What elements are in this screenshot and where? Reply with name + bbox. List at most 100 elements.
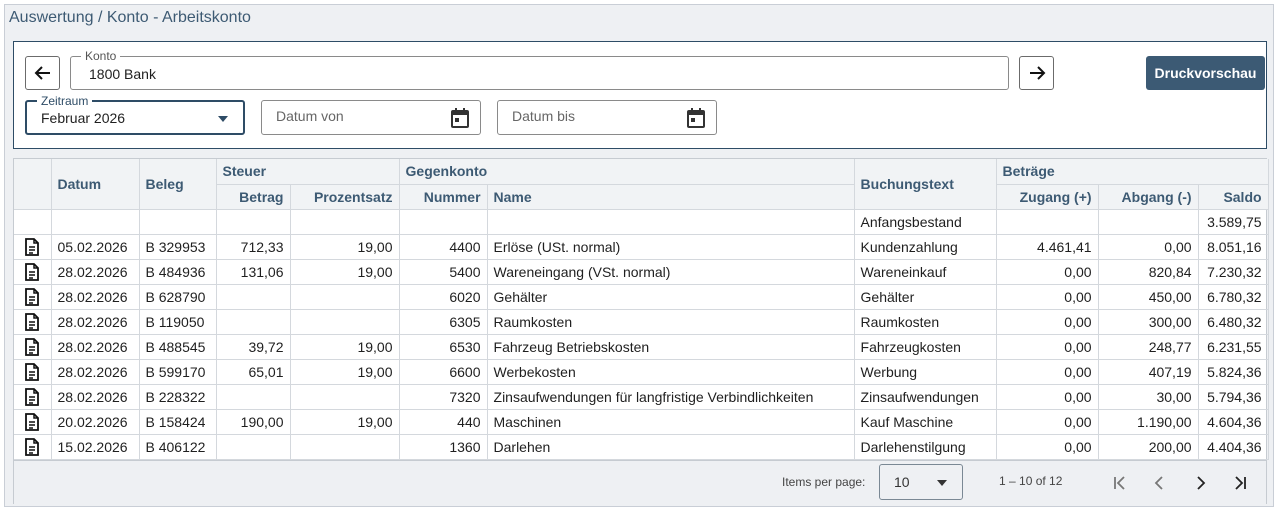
table-row[interactable]: 20.02.2026 B 158424 190,00 19,00 440 Maschine… — [14, 409, 1269, 435]
cell-abgang: 407,19 — [1098, 359, 1199, 385]
document-icon-cell[interactable] — [14, 434, 52, 460]
cell-name: Wareneingang (VSt. normal) — [487, 259, 855, 285]
cell-zugang: 4.461,41 — [996, 234, 1099, 260]
cell-abgang: 30,00 — [1098, 384, 1199, 410]
document-icon[interactable] — [24, 412, 40, 431]
cell-buchungstext: Raumkosten — [854, 309, 997, 335]
document-icon[interactable] — [24, 312, 40, 331]
header-name[interactable]: Name — [487, 184, 855, 210]
header-beleg[interactable]: Beleg — [139, 159, 217, 210]
cell-datum: 20.02.2026 — [51, 409, 140, 435]
header-buchungstext[interactable]: Buchungstext — [854, 159, 997, 210]
datum-von-field[interactable]: Datum von — [261, 100, 481, 135]
cell-datum: 05.02.2026 — [51, 234, 140, 260]
table-row[interactable]: 28.02.2026 B 228322 7320 Zinsaufwendungen f… — [14, 384, 1269, 410]
cell-betrag: 65,01 — [216, 359, 291, 385]
window-title: Auswertung / Konto - Arbeitskonto — [9, 9, 251, 26]
cell-nummer: 440 — [399, 409, 488, 435]
cell-name: Zinsaufwendungen für langfristige Verbin… — [487, 384, 855, 410]
cell-saldo: 4.604,36 — [1198, 409, 1269, 435]
cell-beleg: B 484936 — [139, 259, 217, 285]
header-prozentsatz[interactable]: Prozentsatz — [290, 184, 400, 210]
chevron-right-icon — [1197, 476, 1206, 490]
header-saldo[interactable]: Saldo — [1198, 184, 1269, 210]
cell-name: Darlehen — [487, 434, 855, 460]
cell-beleg: B 406122 — [139, 434, 217, 460]
cell-beleg: B 599170 — [139, 359, 217, 385]
header-abgang[interactable]: Abgang (-) — [1098, 184, 1199, 210]
previous-account-button[interactable] — [25, 56, 60, 90]
first-page-button[interactable] — [1108, 471, 1132, 495]
cell-zugang: 0,00 — [996, 359, 1099, 385]
next-account-button[interactable] — [1019, 56, 1054, 90]
zeitraum-value: Februar 2026 — [41, 110, 126, 126]
cell-name: Maschinen — [487, 409, 855, 435]
bookings-table-container: Datum Beleg Steuer Gegenkonto Buchungste… — [13, 158, 1269, 504]
header-datum[interactable]: Datum — [51, 159, 140, 210]
cell-zugang: 0,00 — [996, 334, 1099, 360]
document-icon-cell[interactable] — [14, 284, 52, 310]
print-preview-button[interactable]: Druckvorschau — [1146, 56, 1265, 90]
calendar-icon[interactable] — [686, 107, 706, 129]
document-icon[interactable] — [24, 362, 40, 381]
datum-bis-field[interactable]: Datum bis — [497, 100, 717, 135]
first-page-icon — [1114, 476, 1125, 490]
document-icon[interactable] — [24, 262, 40, 281]
filter-panel: Konto 1800 Bank Druckvorschau Zeitraum F… — [13, 41, 1267, 149]
cell-buchungstext: Kundenzahlung — [854, 234, 997, 260]
cell-datum: 28.02.2026 — [51, 259, 140, 285]
cell-zugang: 0,00 — [996, 284, 1099, 310]
document-icon-cell[interactable] — [14, 334, 52, 360]
zeitraum-select[interactable]: Zeitraum Februar 2026 — [25, 94, 245, 135]
document-icon-cell[interactable] — [14, 309, 52, 335]
table-row[interactable]: 28.02.2026 B 599170 65,01 19,00 6600 Werbekos… — [14, 359, 1269, 385]
table-row[interactable]: 28.02.2026 B 628790 6020 Gehälter Gehälter 0,… — [14, 284, 1269, 310]
konto-value: 1800 Bank — [89, 66, 156, 82]
table-row[interactable]: 05.02.2026 B 329953 712,33 19,00 4400 Erlöse … — [14, 234, 1269, 260]
cell-saldo: 8.051,16 — [1198, 234, 1269, 260]
cell-abgang: 248,77 — [1098, 334, 1199, 360]
cell-zugang: 0,00 — [996, 259, 1099, 285]
table-row[interactable]: 28.02.2026 B 119050 6305 Raumkosten Raumkost… — [14, 309, 1269, 335]
account-report-window: Auswertung / Konto - Arbeitskonto Konto … — [4, 4, 1274, 507]
next-page-button[interactable] — [1188, 471, 1212, 495]
table-row[interactable]: 28.02.2026 B 484936 131,06 19,00 5400 Warenei… — [14, 259, 1269, 285]
cell-betrag: 131,06 — [216, 259, 291, 285]
cell-beleg: B 158424 — [139, 409, 217, 435]
table-row[interactable]: 15.02.2026 B 406122 1360 Darlehen Darlehenst… — [14, 434, 1269, 460]
document-icon[interactable] — [24, 387, 40, 406]
cell-prozentsatz: 19,00 — [290, 259, 400, 285]
header-zugang[interactable]: Zugang (+) — [996, 184, 1099, 210]
previous-page-button[interactable] — [1148, 471, 1172, 495]
items-per-page-label: Items per page: — [782, 475, 866, 489]
document-icon-cell[interactable] — [14, 359, 52, 385]
cell-prozentsatz — [290, 284, 400, 310]
document-icon[interactable] — [24, 437, 40, 456]
arrow-left-icon — [34, 66, 50, 80]
table-row[interactable]: 28.02.2026 B 488545 39,72 19,00 6530 Fahrzeug… — [14, 334, 1269, 360]
last-page-button[interactable] — [1228, 471, 1252, 495]
cell-abgang: 0,00 — [1098, 234, 1199, 260]
cell-buchungstext: Gehälter — [854, 284, 997, 310]
document-icon-cell[interactable] — [14, 384, 52, 410]
cell-abgang: 820,84 — [1098, 259, 1199, 285]
cell-nummer: 5400 — [399, 259, 488, 285]
konto-label: Konto — [81, 49, 121, 63]
document-icon-cell[interactable] — [14, 409, 52, 435]
cell-datum: 28.02.2026 — [51, 309, 140, 335]
cell-saldo: 6.780,32 — [1198, 284, 1269, 310]
document-icon-cell[interactable] — [14, 234, 52, 260]
document-icon-cell[interactable] — [14, 259, 52, 285]
page-range-label: 1 – 10 of 12 — [999, 474, 1063, 488]
document-icon[interactable] — [24, 337, 40, 356]
cell-beleg: B 329953 — [139, 234, 217, 260]
konto-field[interactable]: Konto 1800 Bank — [70, 49, 1009, 90]
cell-buchungstext: Fahrzeugkosten — [854, 334, 997, 360]
document-icon[interactable] — [24, 237, 40, 256]
document-icon[interactable] — [24, 287, 40, 306]
header-nummer[interactable]: Nummer — [399, 184, 488, 210]
items-per-page-select[interactable]: 10 — [879, 464, 963, 500]
calendar-icon[interactable] — [450, 107, 470, 129]
cell-zugang: 0,00 — [996, 434, 1099, 460]
header-betrag[interactable]: Betrag — [216, 184, 291, 210]
